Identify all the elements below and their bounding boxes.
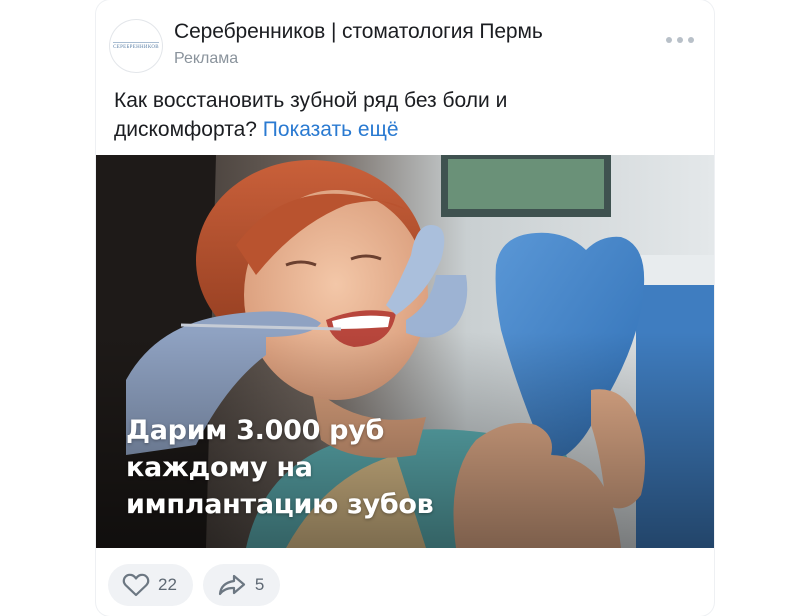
page: Серебренников Серебренников | стоматолог… (0, 0, 807, 616)
post-text-line1: Как восстановить зубной ряд без боли и (114, 89, 508, 112)
share-count: 5 (254, 575, 265, 594)
more-dot-icon (677, 37, 683, 43)
ad-label: Реклама (174, 50, 239, 67)
more-dot-icon (688, 37, 694, 43)
promo-line3: имплантацию зубов (126, 489, 434, 520)
promo-line1: Дарим 3.000 руб (126, 415, 385, 446)
more-dot-icon (666, 37, 672, 43)
author-name[interactable]: Серебренников | стоматология Пермь (174, 20, 543, 44)
show-more-link[interactable]: Показать ещё (263, 118, 399, 141)
more-options-button[interactable] (666, 32, 694, 48)
avatar-logo-text: Серебренников (113, 42, 159, 50)
promo-text: Дарим 3.000 руб каждому на имплантацию з… (126, 412, 434, 523)
heart-icon (122, 573, 150, 597)
post-image[interactable]: Дарим 3.000 руб каждому на имплантацию з… (96, 155, 714, 548)
ad-post-card: Серебренников Серебренников | стоматолог… (96, 0, 714, 616)
share-arrow-icon (217, 573, 247, 597)
share-button[interactable]: 5 (202, 564, 281, 606)
post-text: Как восстановить зубной ряд без боли и д… (114, 86, 674, 144)
like-button[interactable]: 22 (108, 564, 193, 606)
post-actions: 22 5 (108, 564, 281, 606)
post-text-line2: дискомфорта? (114, 118, 257, 141)
like-count: 22 (158, 575, 177, 594)
author-avatar[interactable]: Серебренников (110, 20, 162, 72)
promo-line2: каждому на (126, 452, 313, 483)
